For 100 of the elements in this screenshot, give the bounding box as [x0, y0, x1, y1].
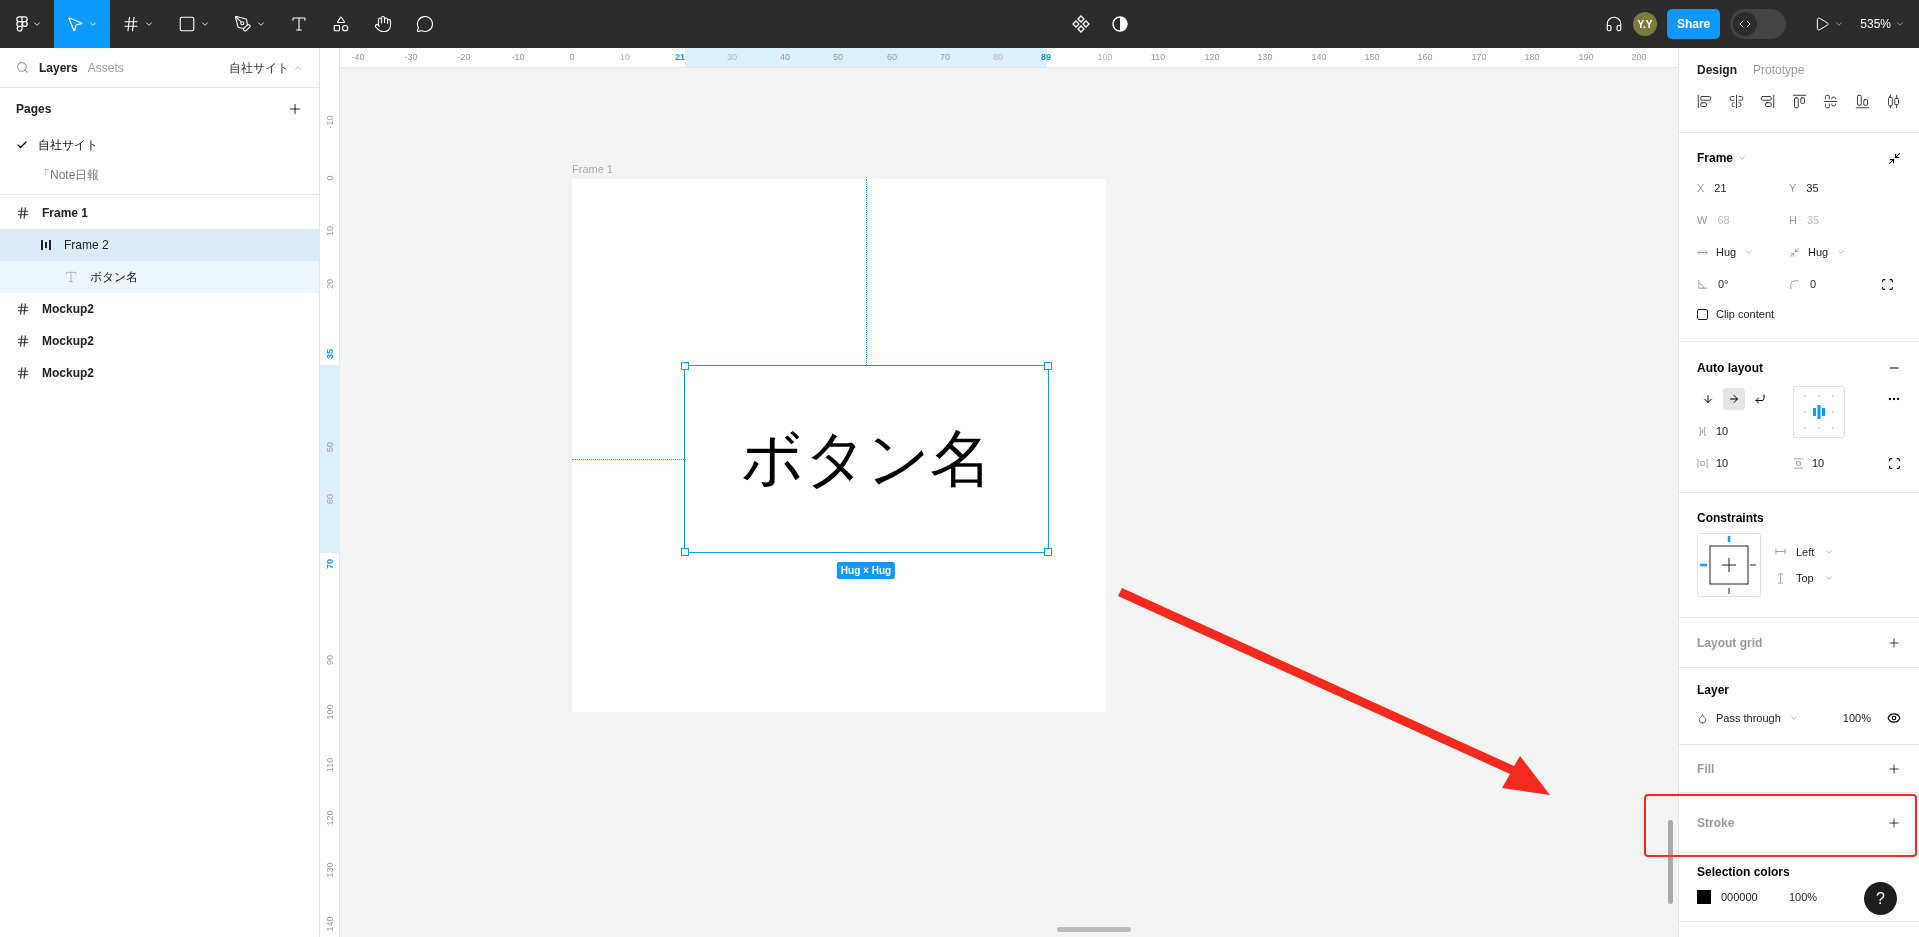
color-swatch[interactable]	[1697, 890, 1711, 904]
page-selector[interactable]: 自社サイト	[229, 58, 303, 77]
text-icon	[290, 15, 308, 33]
ruler-label: 160	[1416, 51, 1434, 64]
component-icon[interactable]	[1072, 15, 1091, 33]
panel-tab[interactable]: Layers	[39, 58, 78, 77]
ruler-label: 10	[324, 225, 336, 238]
vertical-padding-field[interactable]: 10	[1793, 454, 1888, 472]
ruler-label: 120	[1203, 51, 1221, 64]
avatar[interactable]: Y.Y	[1632, 12, 1657, 36]
add-icon[interactable]	[1887, 635, 1901, 650]
add-icon[interactable]	[1887, 815, 1901, 830]
horizontal-padding-field[interactable]: 10	[1697, 454, 1793, 472]
alignment-grid[interactable]	[1793, 386, 1845, 438]
align-icon[interactable]	[1854, 93, 1870, 109]
chevron-icon	[88, 19, 98, 29]
distribute-icon[interactable]	[1886, 93, 1901, 109]
ruler-label: 90	[324, 654, 336, 667]
horizontal-scrollbar[interactable]	[1057, 927, 1131, 932]
layer-row[interactable]: Frame 1	[0, 197, 319, 229]
ruler-label: 70	[939, 51, 951, 64]
resize-handle[interactable]	[681, 362, 689, 370]
section-title: Fill	[1697, 760, 1715, 778]
section-title: Frame	[1697, 150, 1734, 167]
selected-button-frame[interactable]: ボタン名	[684, 365, 1049, 553]
droplet-icon	[1697, 712, 1708, 724]
contrast-icon[interactable]	[1112, 16, 1129, 32]
present-button[interactable]	[1814, 16, 1845, 32]
direction-button[interactable]	[1723, 388, 1745, 410]
constraints-widget[interactable]	[1697, 533, 1761, 597]
hash-icon	[16, 302, 30, 316]
visibility-toggle[interactable]	[1887, 711, 1901, 725]
search-icon[interactable]	[16, 61, 29, 74]
height-mode-dropdown[interactable]: Hug	[1789, 241, 1881, 263]
resize-handle[interactable]	[1044, 362, 1052, 370]
headphones-icon[interactable]	[1604, 15, 1623, 33]
angle-icon	[1697, 278, 1708, 290]
logo-icon	[16, 15, 28, 33]
ruler-label: 180	[1523, 51, 1541, 64]
color-hex[interactable]: 000000	[1721, 888, 1779, 906]
layer-name: ボタン名	[90, 269, 138, 286]
layer-row[interactable]: Mockup2	[0, 325, 319, 357]
opacity-value[interactable]: 100%	[1842, 709, 1871, 727]
align-icon[interactable]	[1791, 93, 1807, 109]
rotation-field[interactable]: 0°	[1697, 273, 1789, 295]
add-icon[interactable]	[1887, 761, 1901, 776]
radius-field[interactable]: 0	[1789, 273, 1881, 295]
align-icon[interactable]	[1697, 93, 1712, 109]
shapes-icon	[332, 15, 350, 33]
vertical-constraint-icon	[1775, 572, 1786, 584]
resize-handle[interactable]	[681, 548, 689, 556]
ruler-label: 50	[832, 51, 844, 64]
hash-icon	[122, 15, 140, 33]
horizontal-constraint-dropdown[interactable]: Left	[1775, 543, 1835, 560]
collapse-icon[interactable]	[1888, 151, 1901, 165]
x-field[interactable]: X 21	[1697, 177, 1789, 199]
section-title: Layout grid	[1697, 634, 1763, 652]
dev-mode-toggle[interactable]	[1730, 9, 1787, 39]
vertical-padding-icon	[1793, 457, 1804, 469]
layer-row[interactable]: Mockup2	[0, 357, 319, 389]
ruler-label: 70	[324, 558, 336, 571]
ruler-label: 80	[992, 51, 1004, 64]
pen-icon	[234, 15, 252, 33]
vertical-constraint-dropdown[interactable]: Top	[1775, 570, 1835, 587]
comment-icon	[416, 15, 434, 33]
ruler-label: 190	[1577, 51, 1595, 64]
vertical-scrollbar[interactable]	[1668, 820, 1673, 904]
text-icon	[64, 270, 78, 284]
frame[interactable]: ボタン名 Hug × Hug	[572, 179, 1106, 712]
layer-row[interactable]: Frame 2	[0, 229, 319, 261]
zoom-button[interactable]: 535%	[1860, 15, 1905, 33]
chevron-icon	[256, 19, 266, 29]
eye-icon	[1887, 711, 1901, 725]
clip-content-checkbox[interactable]: Clip content	[1697, 301, 1901, 327]
ruler-label: 140	[324, 915, 336, 934]
padding-icon[interactable]	[1888, 456, 1901, 470]
gap-field[interactable]: 10	[1697, 416, 1793, 446]
ruler-label: 140	[1310, 51, 1328, 64]
button-label[interactable]: ボタン名	[741, 428, 992, 490]
section-title: Auto layout	[1697, 360, 1763, 377]
align-icon[interactable]	[1760, 93, 1775, 109]
corners-icon[interactable]	[1881, 277, 1894, 291]
color-opacity[interactable]: 100%	[1789, 888, 1818, 906]
section-title: Selection colors	[1697, 864, 1791, 881]
align-icon[interactable]	[1823, 93, 1838, 109]
add-icon[interactable]	[287, 101, 303, 117]
width-mode-dropdown[interactable]: Hug	[1697, 241, 1789, 263]
page-item[interactable]: 「Note日報	[0, 160, 319, 190]
resize-handle[interactable]	[1044, 548, 1052, 556]
align-icon[interactable]	[1728, 93, 1744, 109]
play-icon	[1814, 16, 1831, 32]
layer-row[interactable]: Mockup2	[0, 293, 319, 325]
chevron-icon	[1834, 19, 1845, 29]
panel-tab[interactable]: Design	[1697, 61, 1737, 79]
blend-mode-dropdown[interactable]: Pass through	[1697, 709, 1843, 727]
ruler-label: 21	[674, 51, 686, 64]
page-item[interactable]: 自社サイト	[0, 130, 319, 160]
layer-row[interactable]: ボタン名	[0, 261, 319, 293]
y-field[interactable]: Y 35	[1789, 177, 1881, 199]
section-title: Stroke	[1697, 814, 1735, 832]
